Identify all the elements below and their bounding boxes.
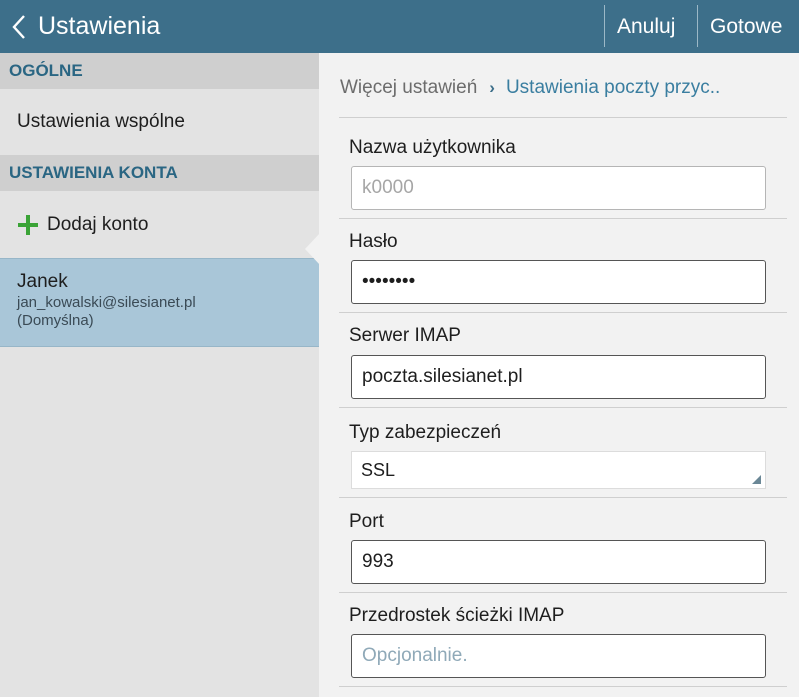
- account-name: Janek: [17, 271, 68, 292]
- dropdown-corner-icon: [752, 475, 761, 484]
- action-bar: Ustawienia Anuluj Gotowe: [0, 0, 799, 53]
- divider: [339, 218, 787, 219]
- breadcrumb-current: Ustawienia poczty przyc..: [505, 77, 721, 98]
- username-field[interactable]: [351, 166, 766, 210]
- account-item-selected[interactable]: Janek jan_kowalski@silesianet.pl (Domyśl…: [0, 258, 319, 347]
- breadcrumb-previous[interactable]: Więcej ustawień: [340, 77, 477, 99]
- divider: [339, 407, 787, 408]
- done-button[interactable]: Gotowe: [710, 0, 782, 53]
- plus-icon: [18, 214, 38, 235]
- section-header-general: OGÓLNE: [0, 53, 319, 89]
- account-default-label: (Domyślna): [17, 312, 94, 329]
- divider: [339, 592, 787, 593]
- section-header-account: USTAWIENIA KONTA: [0, 155, 319, 191]
- divider: [339, 312, 787, 313]
- security-type-value: SSL: [361, 459, 396, 480]
- port-label: Port: [349, 511, 384, 532]
- breadcrumb-separator-icon: ›: [489, 78, 495, 97]
- port-field[interactable]: [351, 540, 766, 584]
- breadcrumb: Więcej ustawień › Ustawienia poczty przy…: [340, 77, 720, 99]
- security-type-select[interactable]: SSL: [351, 451, 766, 489]
- password-label: Hasło: [349, 231, 398, 252]
- security-type-label: Typ zabezpieczeń: [349, 422, 502, 443]
- back-button[interactable]: Ustawienia: [8, 0, 160, 53]
- action-divider: [604, 5, 605, 47]
- add-account-label: Dodaj konto: [47, 213, 149, 235]
- sidebar-item-common-settings[interactable]: Ustawienia wspólne: [0, 89, 319, 155]
- selection-pointer: [305, 233, 320, 265]
- divider: [339, 497, 787, 498]
- page-title: Ustawienia: [38, 12, 161, 40]
- imap-server-label: Serwer IMAP: [349, 325, 461, 346]
- cancel-button[interactable]: Anuluj: [617, 0, 675, 53]
- imap-server-field[interactable]: [351, 355, 766, 399]
- account-email: jan_kowalski@silesianet.pl: [17, 294, 196, 311]
- divider: [339, 686, 787, 687]
- divider: [339, 117, 787, 118]
- sidebar-item-label: Ustawienia wspólne: [17, 111, 185, 132]
- detail-pane: Więcej ustawień › Ustawienia poczty przy…: [319, 53, 799, 697]
- back-chevron-icon: [12, 14, 25, 39]
- action-divider: [697, 5, 698, 47]
- sidebar: OGÓLNE Ustawienia wspólne USTAWIENIA KON…: [0, 53, 319, 697]
- imap-prefix-label: Przedrostek ścieżki IMAP: [349, 605, 565, 626]
- imap-prefix-field[interactable]: [351, 634, 766, 678]
- add-account-button[interactable]: Dodaj konto: [0, 191, 319, 258]
- password-field[interactable]: [351, 260, 766, 304]
- username-label: Nazwa użytkownika: [349, 137, 516, 158]
